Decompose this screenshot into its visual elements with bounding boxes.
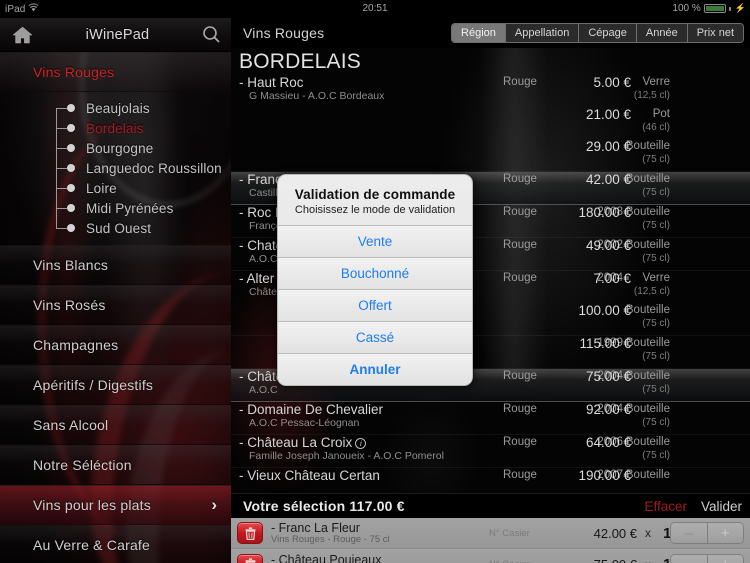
alert-button-offert[interactable]: Offert — [278, 289, 472, 321]
alert-button-casse[interactable]: Cassé — [278, 321, 472, 353]
status-bar: iPad 20:51 100 % ⚡ — [0, 0, 750, 18]
bolt-icon: ⚡ — [734, 3, 746, 13]
status-bar-clock: 20:51 — [362, 3, 388, 14]
battery-cap-icon — [728, 6, 731, 11]
app-root: iPad 20:51 100 % ⚡ iWinePad Vins Rouges … — [0, 0, 750, 563]
battery-icon — [703, 4, 726, 13]
battery-percent: 100 % — [672, 3, 701, 14]
validation-alert-dialog: Validation de commande Choisissez le mod… — [277, 174, 473, 386]
alert-header: Validation de commande Choisissez le mod… — [278, 175, 472, 225]
alert-button-vente[interactable]: Vente — [278, 225, 472, 257]
alert-button-annuler[interactable]: Annuler — [278, 353, 472, 385]
alert-message: Choisissez le mode de validation — [294, 204, 456, 216]
alert-title: Validation de commande — [294, 187, 456, 202]
alert-button-bouchonne[interactable]: Bouchonné — [278, 257, 472, 289]
status-bar-right: 100 % ⚡ — [672, 3, 746, 14]
